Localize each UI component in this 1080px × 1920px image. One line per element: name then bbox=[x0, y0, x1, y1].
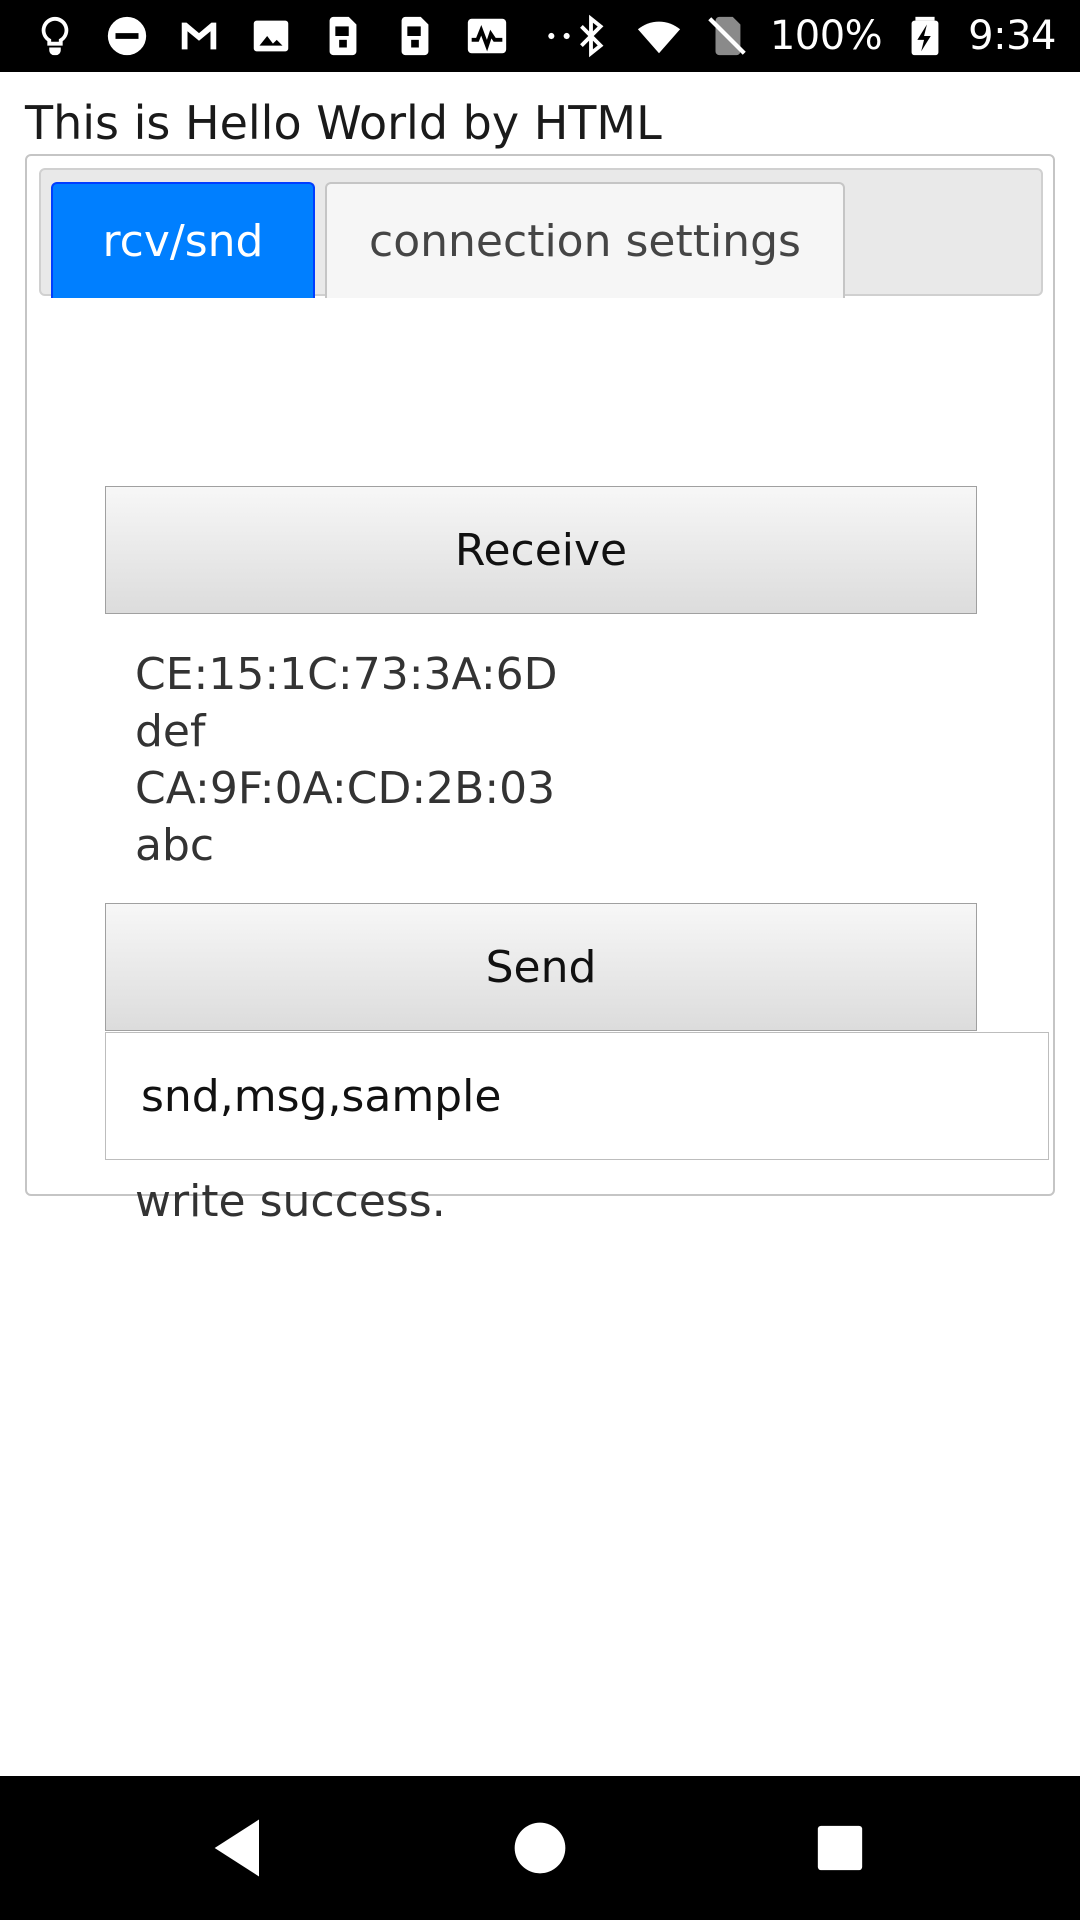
battery-percentage: 100% bbox=[769, 13, 883, 59]
status-message: write success. bbox=[135, 1176, 446, 1227]
page-title: This is Hello World by HTML bbox=[25, 96, 662, 150]
do-not-disturb-icon bbox=[102, 11, 152, 61]
sim-card-icon bbox=[318, 11, 368, 61]
clock: 9:34 bbox=[968, 13, 1056, 59]
activity-graph-icon bbox=[462, 11, 512, 61]
home-button[interactable] bbox=[502, 1810, 578, 1886]
battery-charging-icon bbox=[900, 11, 950, 61]
received-line: abc bbox=[135, 820, 215, 871]
tab-bar: rcv/snd connection settings bbox=[39, 168, 1043, 298]
image-icon bbox=[246, 11, 296, 61]
notification-icons bbox=[30, 10, 584, 62]
tabs-widget: rcv/snd connection settings Receive CE:1… bbox=[25, 154, 1055, 1227]
recents-icon bbox=[817, 1825, 863, 1871]
wifi-icon bbox=[634, 11, 684, 61]
received-line: CE:15:1C:73:3A:6D bbox=[135, 649, 558, 700]
received-line: CA:9F:0A:CD:2B:03 bbox=[135, 763, 556, 814]
send-button[interactable]: Send bbox=[105, 903, 977, 1031]
system-indicators: 100% 9:34 bbox=[566, 10, 1056, 62]
home-icon bbox=[514, 1822, 566, 1874]
received-line: def bbox=[135, 706, 206, 757]
receive-button[interactable]: Receive bbox=[105, 486, 977, 614]
back-button[interactable] bbox=[202, 1810, 278, 1886]
sim-card-icon bbox=[390, 11, 440, 61]
tab-rcv-snd[interactable]: rcv/snd bbox=[51, 182, 315, 298]
tab-connection-settings[interactable]: connection settings bbox=[325, 182, 845, 298]
lightbulb-icon bbox=[30, 11, 80, 61]
navigation-bar bbox=[0, 1776, 1080, 1920]
status-bar: 100% 9:34 bbox=[0, 0, 1080, 72]
back-icon bbox=[214, 1819, 259, 1877]
recents-button[interactable] bbox=[802, 1810, 878, 1886]
no-sim-icon bbox=[702, 11, 752, 61]
bluetooth-icon bbox=[566, 11, 616, 61]
message-input[interactable] bbox=[105, 1032, 1049, 1160]
received-data: CE:15:1C:73:3A:6D def CA:9F:0A:CD:2B:03 … bbox=[135, 646, 558, 874]
gmail-icon bbox=[174, 11, 224, 61]
